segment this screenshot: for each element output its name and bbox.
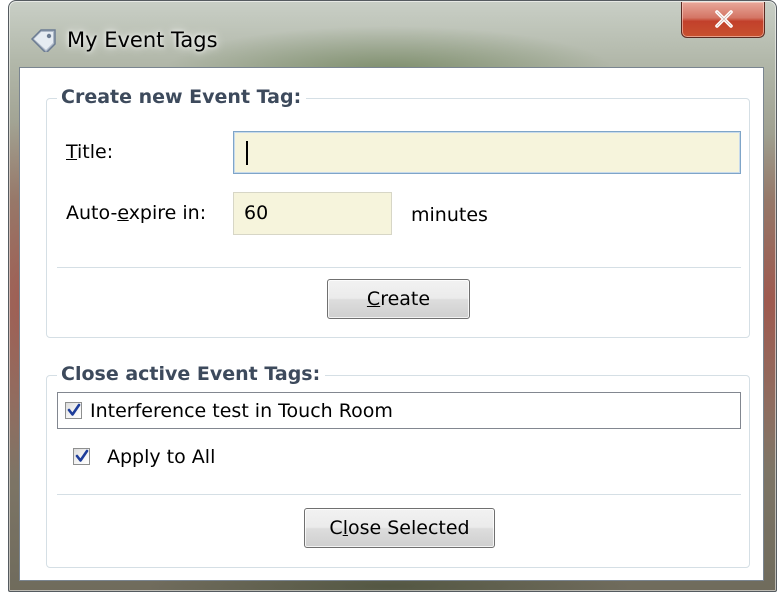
window-title: My Event Tags [67, 28, 218, 52]
close-group-separator [57, 494, 741, 495]
tag-label: Interference test in Touch Room [90, 400, 393, 422]
minutes-label: minutes [411, 204, 488, 226]
create-group-separator [57, 267, 741, 268]
title-label-text: itle: [77, 141, 114, 163]
apply-to-all-checkbox[interactable] [73, 448, 90, 465]
close-group-legend: Close active Event Tags: [57, 363, 326, 385]
close-selected-label-before: C [329, 517, 343, 539]
create-access-key: C [366, 288, 381, 310]
auto-expire-label-after: xpire in: [128, 202, 207, 224]
auto-expire-input[interactable]: 60 [233, 192, 392, 235]
apply-to-all-label: Apply to All [107, 446, 216, 468]
close-icon [715, 10, 733, 28]
tag-checkbox[interactable] [65, 402, 82, 419]
title-label: Title: [66, 141, 113, 163]
checkmark-icon [67, 403, 81, 416]
text-caret [246, 141, 248, 165]
auto-expire-access-key: e [117, 202, 129, 224]
create-button-label: reate [380, 288, 431, 310]
title-bar[interactable]: My Event Tags [9, 1, 776, 67]
tag-icon [30, 28, 58, 55]
apply-to-all-option[interactable]: Apply to All [73, 446, 243, 471]
active-tags-list[interactable]: Interference test in Touch Room [57, 392, 741, 429]
close-selected-button[interactable]: Close Selected [304, 508, 495, 548]
create-group-legend: Create new Event Tag: [57, 86, 307, 108]
close-button[interactable] [681, 2, 765, 38]
title-access-key: T [66, 141, 78, 163]
auto-expire-value: 60 [244, 202, 269, 224]
auto-expire-label-before: Auto- [66, 202, 118, 224]
close-selected-label-after: ose Selected [347, 517, 470, 539]
auto-expire-label: Auto-expire in: [66, 202, 206, 224]
title-input[interactable] [233, 131, 741, 174]
checkmark-icon [75, 449, 89, 462]
create-button[interactable]: Create [327, 279, 470, 319]
